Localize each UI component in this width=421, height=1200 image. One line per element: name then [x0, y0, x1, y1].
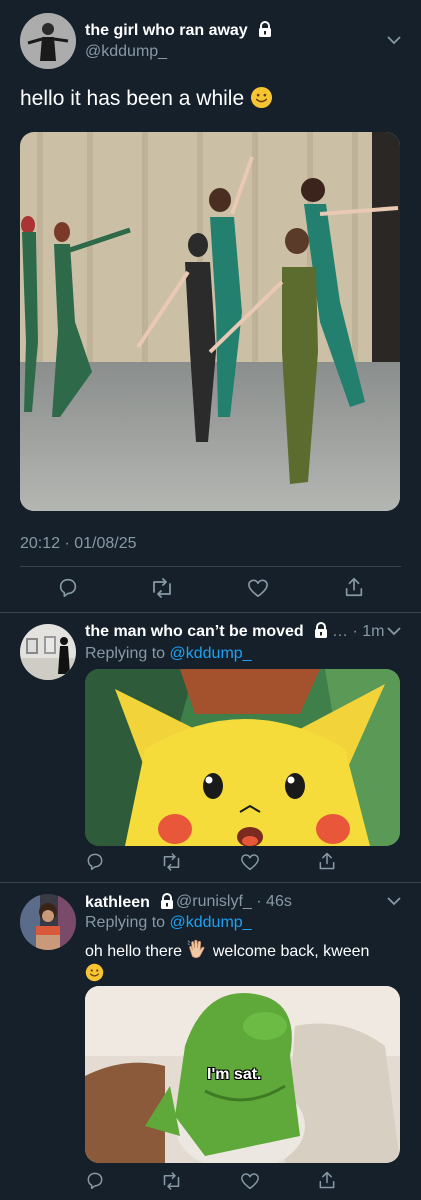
lock-icon — [161, 893, 174, 909]
share-icon[interactable] — [343, 576, 365, 598]
reply1-display-name[interactable]: the man who can’t be moved — [85, 622, 328, 641]
reply2-replying-label: Replying to — [85, 914, 166, 931]
retweet-icon[interactable] — [150, 578, 174, 598]
reply1-replying-handle[interactable]: @kddump_ — [170, 645, 252, 662]
kermit-sat-image[interactable]: I'm sat. — [85, 986, 400, 1163]
reply1-replying-to: Replying to @kddump_ — [85, 645, 252, 663]
waving-hand-emoji — [187, 939, 205, 959]
reply2-text-part1: oh hello there — [85, 943, 182, 960]
main-divider-1 — [20, 566, 401, 567]
chevron-down-icon[interactable] — [386, 896, 402, 906]
surprised-pikachu-image[interactable] — [85, 669, 400, 846]
reply2-text-part2: welcome back, kween — [212, 943, 370, 960]
share-icon[interactable] — [317, 1170, 337, 1190]
smile-emoji — [250, 86, 273, 109]
kermit-caption: I'm sat. — [207, 1066, 262, 1083]
main-tweet-text-content: hello it has been a while — [20, 87, 245, 110]
reply-icon[interactable] — [57, 576, 79, 598]
reply1-meta: … · 1m — [332, 623, 385, 640]
chevron-down-icon[interactable] — [386, 35, 402, 45]
reply2-avatar[interactable] — [20, 894, 76, 950]
lock-icon — [259, 21, 272, 37]
reply2-display-name-text: kathleen — [85, 894, 150, 911]
main-divider-2 — [0, 612, 421, 613]
main-avatar[interactable] — [20, 13, 76, 69]
like-icon[interactable] — [240, 1172, 260, 1190]
chevron-down-icon[interactable] — [386, 626, 402, 636]
main-display-name-text: the girl who ran away — [85, 22, 248, 39]
reply2-text: oh hello there welcome back, kween — [85, 938, 405, 985]
reply2-display-name[interactable]: kathleen — [85, 893, 174, 912]
reply2-replying-handle[interactable]: @kddump_ — [170, 914, 252, 931]
like-icon[interactable] — [247, 578, 269, 598]
main-tweet-text: hello it has been a while — [20, 86, 273, 111]
retweet-icon[interactable] — [161, 853, 182, 871]
smile-emoji — [85, 963, 104, 982]
dancers-photo[interactable] — [20, 132, 400, 511]
reply1-display-name-text: the man who can’t be moved — [85, 623, 304, 640]
reply2-replying-to: Replying to @kddump_ — [85, 914, 252, 932]
main-timestamp: 20:12 · 01/08/25 — [20, 535, 137, 552]
main-display-name[interactable]: the girl who ran away — [85, 21, 272, 40]
reply-icon[interactable] — [85, 1170, 105, 1190]
reply-icon[interactable] — [85, 851, 105, 871]
main-handle[interactable]: @kddump_ — [85, 43, 167, 61]
lock-icon — [315, 622, 328, 638]
reply1-replying-label: Replying to — [85, 645, 166, 662]
reply2-meta: @runislyf_ · 46s — [176, 893, 292, 910]
share-icon[interactable] — [317, 851, 337, 871]
reply1-divider — [0, 882, 421, 883]
like-icon[interactable] — [240, 853, 260, 871]
retweet-icon[interactable] — [161, 1172, 182, 1190]
reply1-avatar[interactable] — [20, 624, 76, 680]
